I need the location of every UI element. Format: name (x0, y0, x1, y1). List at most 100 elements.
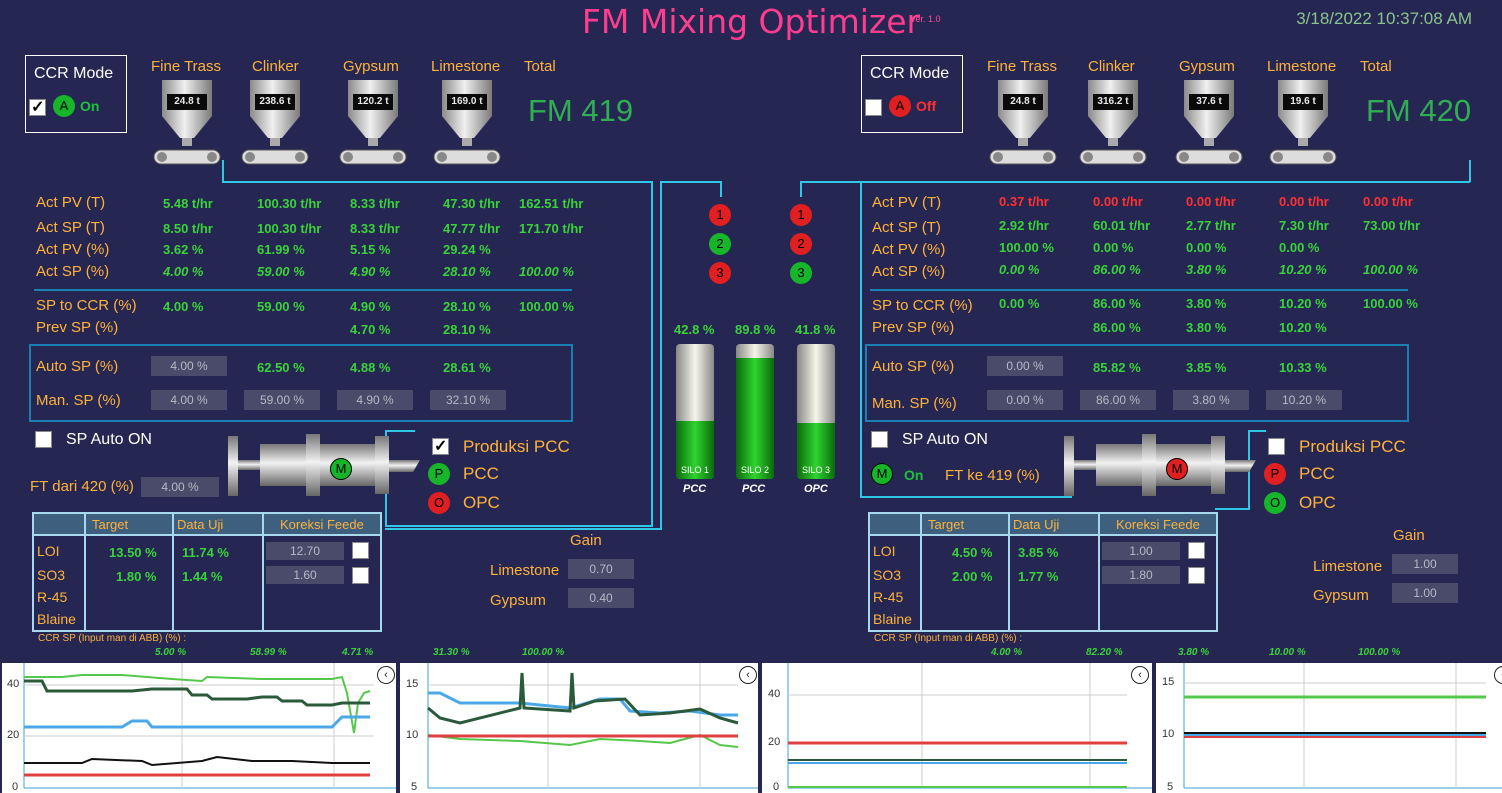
so3-koreksi-field[interactable]: 1.60 (266, 566, 344, 584)
act-pv-t-value: 0.00 t/hr (1186, 194, 1236, 209)
route-indicator-left-2: 2 (709, 233, 731, 255)
auto-sp-value: 3.85 % (1186, 360, 1227, 375)
table-row-label-r45: R-45 (873, 589, 904, 605)
man-sp-input[interactable]: 86.00 % (1080, 390, 1156, 410)
ccr-sp-label-right: CCR SP (Input man di ABB) (%) : (874, 633, 1023, 644)
gain-limestone-field-left[interactable]: 0.70 (568, 559, 634, 579)
conveyor-bottom-left (385, 525, 653, 527)
produksi-pcc-checkbox-right[interactable] (1268, 438, 1285, 455)
act-sp-pct-value: 0.00 % (999, 262, 1040, 277)
act-pv-pct-value: 29.24 % (443, 242, 491, 257)
table-header-koreksi: Koreksi Feede (1116, 517, 1200, 532)
m-indicator-right: M (871, 463, 893, 485)
hopper-gypsum-left (338, 80, 408, 166)
prev-sp-value: 28.10 % (443, 322, 491, 337)
pcc-indicator-right: P (1264, 463, 1286, 485)
table-row-label-r45: R-45 (37, 589, 68, 605)
ccr-mode-label-left: CCR Mode (34, 65, 114, 82)
act-pv-t-total: 162.51 t/hr (519, 196, 584, 211)
trend-chart-3[interactable]: 40 20 0 ‹ (762, 663, 1152, 793)
mixer-motor-right (1064, 432, 1264, 498)
act-sp-pct-value: 10.20 % (1279, 262, 1327, 277)
row-label-man-sp-right: Man. SP (%) (872, 395, 957, 412)
hopper-limestone-right (1268, 80, 1338, 166)
sp-to-ccr-value: 3.80 % (1186, 296, 1227, 311)
gain-limestone-field-right[interactable]: 1.00 (1392, 554, 1458, 574)
material-name-gypsum-right: Gypsum (1179, 58, 1235, 75)
man-sp-input[interactable]: 10.20 % (1266, 390, 1342, 410)
gain-gypsum-label-left: Gypsum (490, 592, 546, 609)
gain-limestone-label-left: Limestone (490, 562, 560, 579)
sp-to-ccr-value: 86.00 % (1093, 296, 1141, 311)
silo-1-label: SILO 1 (680, 465, 709, 475)
ccr-sp-value: 3.80 % (1178, 647, 1210, 658)
collapse-icon[interactable]: ‹ (739, 666, 757, 684)
sp-to-ccr-value: 28.10 % (443, 299, 491, 314)
hopper-display-clinker-left: 238.6 t (255, 94, 295, 110)
sp-auto-on-checkbox-left[interactable] (35, 431, 52, 448)
act-pv-t-value: 100.30 t/hr (257, 196, 322, 211)
man-sp-input[interactable]: 59.00 % (244, 390, 320, 410)
gain-gypsum-field-left[interactable]: 0.40 (568, 588, 634, 608)
man-sp-input[interactable]: 0.00 % (987, 390, 1063, 410)
prev-sp-value: 86.00 % (1093, 320, 1141, 335)
opc-label-right: OPC (1299, 493, 1336, 512)
so3-koreksi-checkbox[interactable] (1188, 567, 1205, 584)
act-sp-t-total: 73.00 t/hr (1363, 218, 1421, 233)
hopper-clinker-right (1078, 80, 1148, 166)
trend-chart-1[interactable]: 40 20 0 ‹ (2, 663, 396, 793)
auto-sp-field-fine-trass-left[interactable]: 4.00 % (151, 356, 227, 376)
auto-sp-field-fine-trass-right[interactable]: 0.00 % (987, 356, 1063, 376)
conveyor-line-left (222, 181, 652, 183)
table-header-target: Target (92, 517, 129, 532)
silo-3-tank (797, 344, 835, 479)
produksi-pcc-checkbox-left[interactable] (432, 436, 449, 456)
row-label-prev-sp-left: Prev SP (%) (36, 319, 119, 336)
produksi-pcc-label-right: Produksi PCC (1299, 437, 1406, 456)
y-tick: 40 (768, 688, 781, 700)
y-tick: 15 (1162, 676, 1175, 688)
y-tick: 0 (12, 781, 19, 793)
man-sp-input[interactable]: 3.80 % (1173, 390, 1249, 410)
so3-koreksi-checkbox[interactable] (352, 567, 369, 584)
ccr-mode-checkbox-right[interactable] (865, 99, 882, 116)
sp-auto-on-checkbox-right[interactable] (871, 431, 888, 448)
loi-koreksi-checkbox[interactable] (352, 542, 369, 559)
act-sp-t-value: 2.77 t/hr (1186, 218, 1236, 233)
app-title: FM Mixing Optimizer (581, 2, 921, 41)
sp-to-ccr-value: 59.00 % (257, 299, 305, 314)
man-sp-input[interactable]: 4.90 % (337, 390, 413, 410)
row-label-act-pv-t-right: Act PV (T) (872, 194, 942, 211)
route-indicator-left-1: 1 (709, 204, 731, 226)
hopper-clinker-left (240, 80, 310, 166)
collapse-icon[interactable]: ‹ (1131, 666, 1149, 684)
table-row-label-so3: SO3 (873, 567, 902, 583)
auto-mode-indicator-left: A (53, 95, 75, 117)
ft-field-left[interactable]: 4.00 % (141, 477, 219, 497)
sp-to-ccr-value: 0.00 % (999, 296, 1040, 311)
y-tick: 10 (1162, 728, 1175, 740)
route-indicator-right-1: 1 (790, 204, 812, 226)
sp-to-ccr-value: 10.20 % (1279, 296, 1327, 311)
loi-koreksi-field[interactable]: 12.70 (266, 542, 344, 560)
loi-koreksi-checkbox[interactable] (1188, 542, 1205, 559)
man-sp-input[interactable]: 4.00 % (151, 390, 227, 410)
collapse-icon[interactable]: ‹ (377, 666, 395, 684)
y-tick: 20 (7, 729, 20, 741)
loi-koreksi-field[interactable]: 1.00 (1102, 542, 1180, 560)
act-sp-pct-total: 100.00 % (1363, 262, 1418, 277)
gain-gypsum-field-right[interactable]: 1.00 (1392, 583, 1458, 603)
route-line-left-drop (720, 181, 722, 197)
ccr-mode-checkbox-left[interactable] (29, 97, 46, 117)
so3-koreksi-field[interactable]: 1.80 (1102, 566, 1180, 584)
man-sp-input[interactable]: 32.10 % (430, 390, 506, 410)
trend-chart-2[interactable]: 15 10 5 ‹ (400, 663, 758, 793)
row-label-man-sp-left: Man. SP (%) (36, 392, 121, 409)
loi-target: 4.50 % (952, 545, 993, 560)
trend-chart-4[interactable]: 15 10 5 ‹ (1156, 663, 1502, 793)
silo-1-pct: 42.8 % (674, 322, 715, 337)
silo-3-pct: 41.8 % (795, 322, 836, 337)
sp-input-frame-left (29, 344, 573, 422)
table-header-koreksi: Koreksi Feede (280, 517, 364, 532)
act-pv-pct-value: 61.99 % (257, 242, 305, 257)
